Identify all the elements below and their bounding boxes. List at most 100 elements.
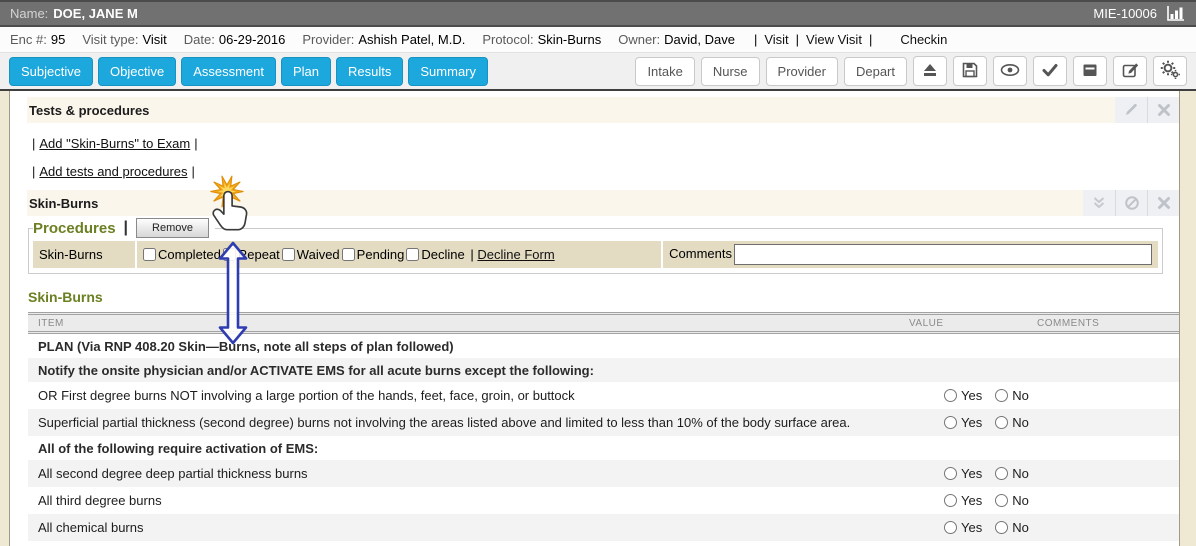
checkbox-pending[interactable]: Pending <box>342 247 405 262</box>
patient-name: DOE, JANE M <box>53 6 138 21</box>
add-tests-and-procedures-link[interactable]: Add tests and procedures <box>39 164 187 179</box>
tab-summary[interactable]: Summary <box>408 57 488 86</box>
table-row: OR First degree burns NOT involving a la… <box>28 382 1179 409</box>
radio-yes[interactable] <box>944 521 957 534</box>
encounter-field: Date: 06-29-2016 <box>184 32 286 47</box>
radio-label: No <box>1012 388 1029 403</box>
bar-chart-icon[interactable] <box>1165 5 1186 22</box>
radio-no[interactable] <box>995 389 1008 402</box>
checkbox-waived[interactable]: Waived <box>282 247 340 262</box>
field-label: Visit type: <box>82 32 138 47</box>
field-value: Skin-Burns <box>538 32 602 47</box>
close-icon[interactable] <box>1147 190 1179 216</box>
tests-procedures-header: Tests & procedures <box>27 97 1179 123</box>
field-label: Owner: <box>618 32 660 47</box>
radio-yes[interactable] <box>944 416 957 429</box>
checkbox-label: Waived <box>297 247 340 262</box>
checkbox-label: Pending <box>357 247 405 262</box>
radio-option-yes[interactable]: Yes <box>944 493 982 508</box>
decline-form-link[interactable]: Decline Form <box>477 247 554 262</box>
tab-objective[interactable]: Objective <box>98 57 176 86</box>
preview-icon <box>1000 61 1020 82</box>
depart-button[interactable]: Depart <box>844 57 907 86</box>
comments-label: Comments <box>669 246 732 261</box>
table-row: All second degree deep partial thickness… <box>28 460 1179 487</box>
radio-no[interactable] <box>995 494 1008 507</box>
item-value-cell: Yes No <box>914 388 1149 403</box>
intake-button[interactable]: Intake <box>635 57 694 86</box>
item-value-cell: Yes No <box>914 520 1149 535</box>
edit-button[interactable] <box>1113 56 1147 86</box>
save-button[interactable] <box>953 56 987 86</box>
checkbox-label: Completed <box>158 247 221 262</box>
checkbox-completed[interactable]: Completed <box>143 247 221 262</box>
checkin-link[interactable]: Checkin <box>900 32 947 47</box>
eject-button[interactable] <box>913 56 947 86</box>
nurse-button[interactable]: Nurse <box>701 57 760 86</box>
radio-option-yes[interactable]: Yes <box>944 415 982 430</box>
add-skin-burns-to-exam-link[interactable]: Add "Skin-Burns" to Exam <box>39 136 190 151</box>
block-icon[interactable] <box>1115 190 1147 216</box>
radio-option-yes[interactable]: Yes <box>944 466 982 481</box>
provider-button[interactable]: Provider <box>766 57 838 86</box>
field-label: Date: <box>184 32 215 47</box>
radio-no[interactable] <box>995 521 1008 534</box>
procedures-fieldset: Procedures | Remove Skin-Burns Completed… <box>28 218 1163 274</box>
preview-button[interactable] <box>993 56 1027 86</box>
radio-no[interactable] <box>995 467 1008 480</box>
pending-checkbox[interactable] <box>342 248 355 261</box>
pencil-icon[interactable] <box>1115 97 1147 123</box>
archive-button[interactable] <box>1073 56 1107 86</box>
field-value: 06-29-2016 <box>219 32 286 47</box>
archive-icon <box>1081 61 1099 82</box>
encounter-bar: Enc #:95Visit type:VisitDate:06-29-2016P… <box>0 27 1196 53</box>
radio-label: Yes <box>961 466 982 481</box>
tests-procedures-title: Tests & procedures <box>27 103 149 118</box>
pipe: | <box>194 136 197 151</box>
check-button[interactable] <box>1033 56 1067 86</box>
item-value-cell: Yes No <box>914 466 1149 481</box>
pipe: | <box>32 136 35 151</box>
radio-yes[interactable] <box>944 467 957 480</box>
items-table: PLAN (Via RNP 408.20 Skin—Burns, note al… <box>28 334 1179 541</box>
radio-option-yes[interactable]: Yes <box>944 388 982 403</box>
waived-checkbox[interactable] <box>282 248 295 261</box>
page-background: Tests & procedures | Add "Skin-Burns" to … <box>0 91 1196 546</box>
collapse-icon[interactable] <box>1083 190 1115 216</box>
click-cursor-icon <box>201 174 257 240</box>
close-icon[interactable] <box>1147 97 1179 123</box>
tab-results[interactable]: Results <box>336 57 403 86</box>
radio-option-no[interactable]: No <box>995 520 1029 535</box>
visit-link-visit[interactable]: Visit <box>764 32 788 47</box>
radio-label: Yes <box>961 520 982 535</box>
radio-no[interactable] <box>995 416 1008 429</box>
field-label: Provider: <box>302 32 354 47</box>
radio-yes[interactable] <box>944 494 957 507</box>
table-row: Superficial partial thickness (second de… <box>28 409 1179 436</box>
visit-link-view-visit[interactable]: View Visit <box>806 32 862 47</box>
tab-plan[interactable]: Plan <box>281 57 331 86</box>
stage-buttons: IntakeNurseProviderDepart <box>635 57 907 86</box>
tests-procedures-header-icons <box>1115 97 1179 123</box>
comments-input[interactable] <box>734 244 1152 265</box>
tab-assessment[interactable]: Assessment <box>181 57 276 86</box>
radio-yes[interactable] <box>944 389 957 402</box>
item-text: All second degree deep partial thickness… <box>28 466 914 481</box>
drag-double-arrow <box>215 240 251 346</box>
radio-option-yes[interactable]: Yes <box>944 520 982 535</box>
radio-option-no[interactable]: No <box>995 388 1029 403</box>
completed-checkbox[interactable] <box>143 248 156 261</box>
settings-button[interactable] <box>1153 56 1187 86</box>
checkbox-decline[interactable]: Decline <box>406 247 464 262</box>
radio-option-no[interactable]: No <box>995 493 1029 508</box>
remove-button[interactable]: Remove <box>136 218 209 238</box>
field-value: David, Dave <box>664 32 735 47</box>
radio-option-no[interactable]: No <box>995 415 1029 430</box>
patient-name-label: Name: <box>10 6 48 21</box>
pipe: | <box>32 164 35 179</box>
tab-subjective[interactable]: Subjective <box>9 57 93 86</box>
radio-option-no[interactable]: No <box>995 466 1029 481</box>
decline-checkbox[interactable] <box>406 248 419 261</box>
radio-label: Yes <box>961 415 982 430</box>
table-row: All third degree burnsYesNo <box>28 487 1179 514</box>
